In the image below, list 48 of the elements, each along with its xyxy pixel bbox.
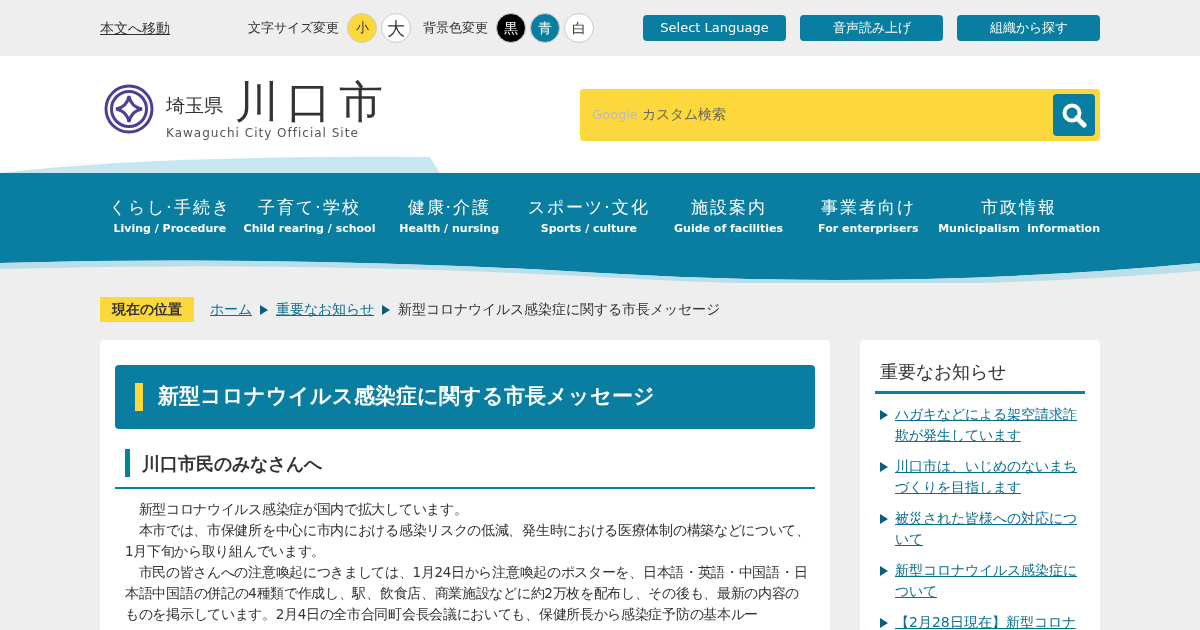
notice-link[interactable]: 【2月28日現在】新型コロナ xyxy=(895,612,1076,630)
article-paragraph: 市民の皆さんへの注意喚起につきましては、1月24日から注意喚起のポスターを、日本語・英語・中国語・日本語中国語の併記の4種類で作成し、駅、飲食店、商業施設などに約2万枚を配布し、その後も、最新の内容のものを掲示しています。2月4日の全市合同町会長会議においても、保健所長から感染症予防の基本ルー xyxy=(125,563,809,624)
article-heading: 川口市民のみなさんへ xyxy=(115,449,815,489)
background-color-button[interactable]: 白 xyxy=(564,13,594,43)
prefecture-name: 埼玉県 xyxy=(166,93,223,118)
notice-link[interactable]: ハガキなどによる架空請求詐欺が発生しています xyxy=(895,404,1085,446)
nav-item[interactable]: 子育て·学校 Child rearing / school xyxy=(239,195,380,237)
bullet-icon xyxy=(880,514,888,524)
search-input[interactable]: カスタム検索 xyxy=(641,104,1053,125)
search-icon xyxy=(1061,101,1087,128)
breadcrumb-label: 現在の位置 xyxy=(100,297,194,322)
skip-link[interactable]: 本文へ移動 xyxy=(100,17,248,39)
search-button[interactable] xyxy=(1053,93,1095,136)
font-size-button[interactable]: 大 xyxy=(381,13,411,43)
notice-link[interactable]: 川口市は、いじめのないまちづくりを目指します xyxy=(895,456,1085,498)
nav-item[interactable]: くらし·手続き Living / Procedure xyxy=(100,195,240,237)
nav-item[interactable]: 健康·介護 Health / nursing xyxy=(379,195,520,237)
header-button[interactable]: Select Language xyxy=(643,15,786,41)
google-label: Google xyxy=(592,105,638,124)
background-color-label: 背景色変更 xyxy=(423,19,488,38)
breadcrumb-link[interactable]: ホーム xyxy=(210,299,252,320)
background-color-button[interactable]: 青 xyxy=(530,13,560,43)
notice-link[interactable]: 被災された皆様への対応について xyxy=(895,508,1085,550)
bullet-icon xyxy=(880,566,888,576)
article-paragraph: 新型コロナウイルス感染症が国内で拡大しています。 xyxy=(137,500,469,519)
breadcrumb-current: 新型コロナウイルス感染症に関する市長メッセージ xyxy=(398,300,720,319)
font-size-button[interactable]: 小 xyxy=(347,13,377,43)
article-title: 新型コロナウイルス感染症に関する市長メッセージ xyxy=(115,365,815,429)
bullet-icon xyxy=(880,410,888,420)
article-paragraph: 本市では、市保健所を中心に市内における感染リスクの低減、発生時における医療体制の構築などについて、1月下旬から取り組んでいます。 xyxy=(125,521,811,561)
site-subtitle: Kawaguchi City Official Site xyxy=(166,124,360,142)
font-size-label: 文字サイズ変更 xyxy=(248,19,339,38)
chevron-icon xyxy=(260,304,268,315)
nav-item[interactable]: 市政情報 Municipalism information xyxy=(938,195,1100,237)
bullet-icon xyxy=(880,462,888,472)
nav-item[interactable]: 施設案内 Guide of facilities xyxy=(658,195,799,237)
chevron-icon xyxy=(382,304,390,315)
sidebar-title: 重要なお知らせ xyxy=(875,358,1085,394)
header-button[interactable]: 組織から探す xyxy=(957,15,1100,41)
header-button[interactable]: 音声読み上げ xyxy=(800,15,943,41)
city-name: 川口市 xyxy=(235,79,391,124)
nav-item[interactable]: スポーツ·文化 Sports / culture xyxy=(519,195,659,237)
notice-link[interactable]: 新型コロナウイルス感染症について xyxy=(895,560,1085,602)
breadcrumb-link[interactable]: 重要なお知らせ xyxy=(276,299,374,320)
background-color-button[interactable]: 黒 xyxy=(496,13,526,43)
nav-item[interactable]: 事業者向け For enterprisers xyxy=(798,195,939,237)
bullet-icon xyxy=(880,618,888,628)
city-emblem-icon xyxy=(104,83,154,134)
